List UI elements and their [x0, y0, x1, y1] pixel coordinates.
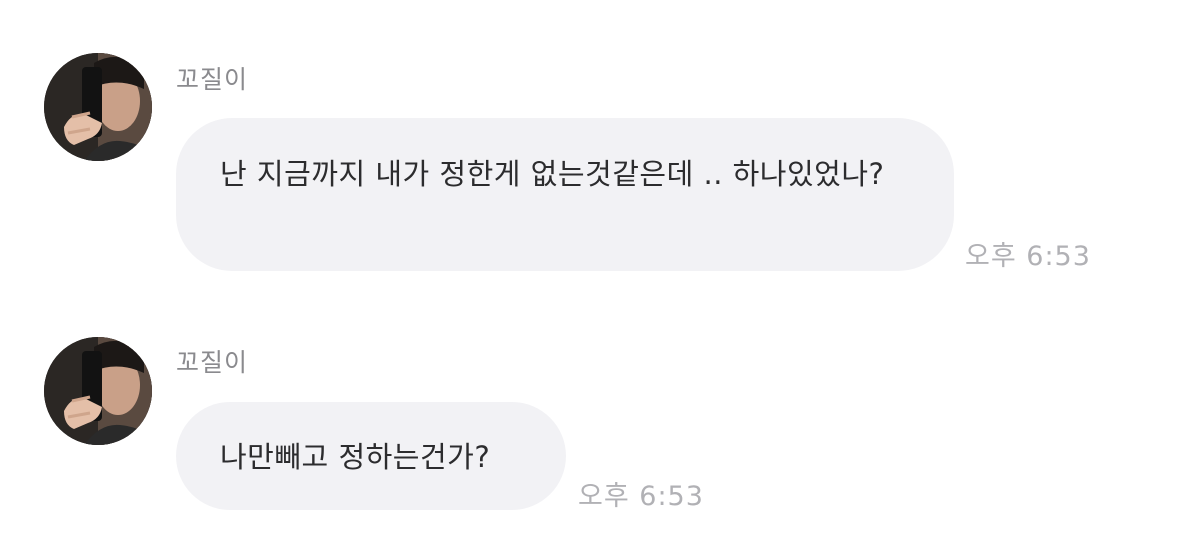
- message-bubble[interactable]: 나만빼고 정하는건가?: [176, 402, 566, 510]
- sender-name: 꼬질이: [176, 348, 249, 377]
- avatar[interactable]: [44, 53, 152, 161]
- profile-photo-icon: [44, 337, 152, 445]
- message-text: 나만빼고 정하는건가?: [220, 440, 491, 474]
- sender-name: 꼬질이: [176, 65, 249, 94]
- message-bubble[interactable]: 난 지금까지 내가 정한게 없는것같은데 .. 하나있었나?: [176, 118, 954, 271]
- avatar[interactable]: [44, 337, 152, 445]
- message-timestamp: 오후 6:53: [578, 481, 704, 512]
- profile-photo-icon: [44, 53, 152, 161]
- message-timestamp: 오후 6:53: [965, 241, 1091, 272]
- message-text: 난 지금까지 내가 정한게 없는것같은데 .. 하나있었나?: [220, 157, 885, 191]
